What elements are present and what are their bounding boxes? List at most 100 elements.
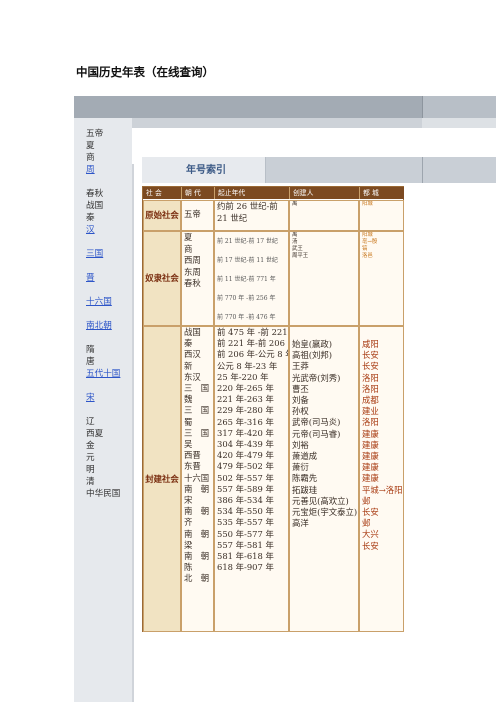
founder-name: 元善见(高欢立)	[292, 495, 349, 506]
capital-name: 阳城	[362, 232, 373, 238]
period-text: 304 年-439 年	[217, 439, 274, 450]
period-text: 618 年-907 年	[217, 562, 274, 573]
capital-name: 成都	[362, 395, 379, 406]
capital-name: 平城→洛阳	[362, 484, 403, 495]
period-text: 前 770 年 -前 476 年	[217, 314, 276, 321]
period-text: 534 年-550 年	[217, 506, 274, 517]
period-text: 前 17 世纪-前 11 世纪	[217, 257, 278, 264]
capital-name: 建康	[362, 451, 379, 462]
sidebar-item: 隋	[86, 345, 95, 355]
founder-name: 光武帝(刘秀)	[292, 372, 341, 383]
header-dynasty: 朝 代	[181, 187, 214, 199]
dynasty-name: 陈	[184, 562, 193, 573]
dynasty-name: 秦	[184, 338, 193, 349]
sidebar-item[interactable]: 汉	[86, 224, 120, 236]
period-text: 前 21 世纪-前 17 世纪	[217, 238, 278, 245]
capital-name: 大兴	[362, 529, 379, 540]
period-text: 25 年-220 年	[217, 371, 269, 382]
dynasty-name: 南 朝	[184, 528, 210, 539]
sidebar-spacer	[86, 404, 120, 416]
section-tab: 年号索引	[142, 157, 266, 183]
sidebar-item: 秦	[86, 213, 95, 223]
cell-list: 夏商西周 东周 春秋	[184, 232, 213, 290]
sidebar-item[interactable]: 三国	[86, 248, 120, 260]
sidebar-item: 中华民国	[86, 489, 121, 499]
capital-name: 长安	[362, 361, 379, 372]
period-text: 约前 26 世纪-前 21 世纪	[217, 201, 278, 223]
period-text: 550 年-577 年	[217, 528, 274, 539]
capital-name: 洛阳	[362, 417, 379, 428]
founder-name: 武王	[292, 246, 303, 252]
period-cell: 约前 26 世纪-前 21 世纪	[214, 200, 289, 231]
period-text: 535 年-557 年	[217, 517, 274, 528]
sidebar-item[interactable]: 十六国	[86, 296, 120, 308]
capital-name: 洛阳	[362, 383, 379, 394]
period-text: 前 206 年-公元 8 年	[217, 349, 289, 360]
sidebar-spacer	[86, 236, 120, 248]
sidebar-item: 商	[86, 153, 95, 163]
founder-cell: 始皇(嬴政) 高祖(刘邦) 王莽 光武帝(刘秀) 曹丕 刘备 孙权 武帝(司马炎) 元帝(司马睿…	[289, 326, 359, 632]
capital-name: 建康	[362, 462, 379, 473]
period-text: 265 年-316 年	[217, 416, 274, 427]
section-title: 年号索引	[186, 165, 226, 176]
founder-name: 刘裕	[292, 439, 309, 450]
founder-name: 周平王	[292, 253, 309, 259]
sidebar-spacer	[86, 284, 120, 296]
cell-list: 阳城 亳→殷镐洛邑	[362, 232, 403, 260]
sidebar-spacer	[86, 176, 120, 188]
period-text: 229 年-280 年	[217, 405, 274, 416]
cell-list: 禹汤武王 周平王	[292, 232, 358, 260]
sidebar-item: 夏	[86, 141, 95, 151]
cell-list: 战国秦西汉新东汉三 国魏三 国蜀三 国吴西晋 东晋 十六国南 朝宋南 朝齐南 朝梁南…	[184, 327, 213, 585]
society-cell-primitive: 原始社会	[143, 200, 181, 231]
founder-name: 刘备	[292, 395, 309, 406]
dynasty-name: 南 朝	[184, 551, 210, 562]
founder-name: 孙权	[292, 406, 309, 417]
founder-name: 汤	[292, 239, 298, 245]
sidebar-item[interactable]: 南北朝	[86, 320, 120, 332]
dynasty-name: 东周	[184, 266, 201, 277]
dynasty-name: 梁	[184, 539, 193, 550]
sidebar-item[interactable]: 周	[86, 164, 120, 176]
dynasty-name: 南 朝	[184, 506, 210, 517]
capital-name: 亳→殷	[362, 239, 378, 245]
top-banner	[74, 96, 496, 118]
header-founder: 创建人	[289, 187, 359, 199]
dynasty-name: 春秋	[184, 278, 201, 289]
society-cell-feudal: 封建社会	[143, 326, 181, 632]
founder-name: 高洋	[292, 518, 309, 529]
sidebar-spacer	[86, 380, 120, 392]
founder-name: 萧道成	[292, 451, 318, 462]
cell-list: 前 475 年 -前 221 年前 221 年-前 206 年前 206 年-公…	[217, 327, 288, 573]
cell-list: 咸阳 长安 长安 洛阳 洛阳 成都 建业 洛阳 建康 建康 建康 建康 建康 平城→洛阳邺长安邺大兴 长安	[362, 327, 403, 552]
dynasty-name: 西晋	[184, 450, 201, 461]
period-text: 前 475 年 -前 221 年	[217, 327, 288, 337]
period-text: 前 221 年-前 206 年	[217, 338, 289, 349]
period-text: 557 年-581 年	[217, 539, 274, 550]
reign-index-table: 社 会 朝 代 起止年代 创建人 都 城 原始社会 五帝 约前 26 世纪-前 …	[142, 186, 404, 632]
founder-name: 始皇(嬴政)	[292, 339, 333, 349]
header-society: 社 会	[143, 187, 181, 199]
sidebar-item[interactable]: 五代十国	[86, 368, 120, 380]
cell-list: 始皇(嬴政) 高祖(刘邦) 王莽 光武帝(刘秀) 曹丕 刘备 孙权 武帝(司马炎) 元帝(司马睿…	[292, 327, 358, 529]
sidebar-item: 战国	[86, 201, 104, 211]
sidebar-item: 五帝	[86, 129, 104, 139]
period-text: 557 年-589 年	[217, 483, 274, 494]
sidebar-item: 唐	[86, 357, 95, 367]
sidebar-item[interactable]: 宋	[86, 392, 120, 404]
period-text: 220 年-265 年	[217, 383, 274, 394]
founder-name: 曹丕	[292, 383, 309, 394]
period-text: 前 770 年 -前 256 年	[217, 295, 276, 302]
capital-name: 咸阳	[362, 339, 379, 349]
capital-name: 长安	[362, 350, 379, 361]
dynasty-name: 东汉	[184, 371, 201, 382]
header-capital: 都 城	[359, 187, 404, 199]
period-text: 581 年-618 年	[217, 551, 274, 562]
dynasty-name: 三 国	[184, 427, 210, 438]
founder-name: 萧衍	[292, 462, 309, 473]
dynasty-sidebar: 五帝夏商周春秋 战国秦汉三国晋十六国 南北朝隋唐五代十国宋辽西夏金元明清中华民国	[74, 118, 132, 702]
capital-cell: 阳城	[359, 200, 404, 231]
dynasty-nav-list: 五帝夏商周春秋 战国秦汉三国晋十六国 南北朝隋唐五代十国宋辽西夏金元明清中华民国	[86, 128, 120, 500]
sidebar-item[interactable]: 晋	[86, 272, 120, 284]
cell-list: 前 21 世纪-前 17 世纪前 17 世纪-前 11 世纪前 11 世纪-前 …	[217, 232, 288, 325]
